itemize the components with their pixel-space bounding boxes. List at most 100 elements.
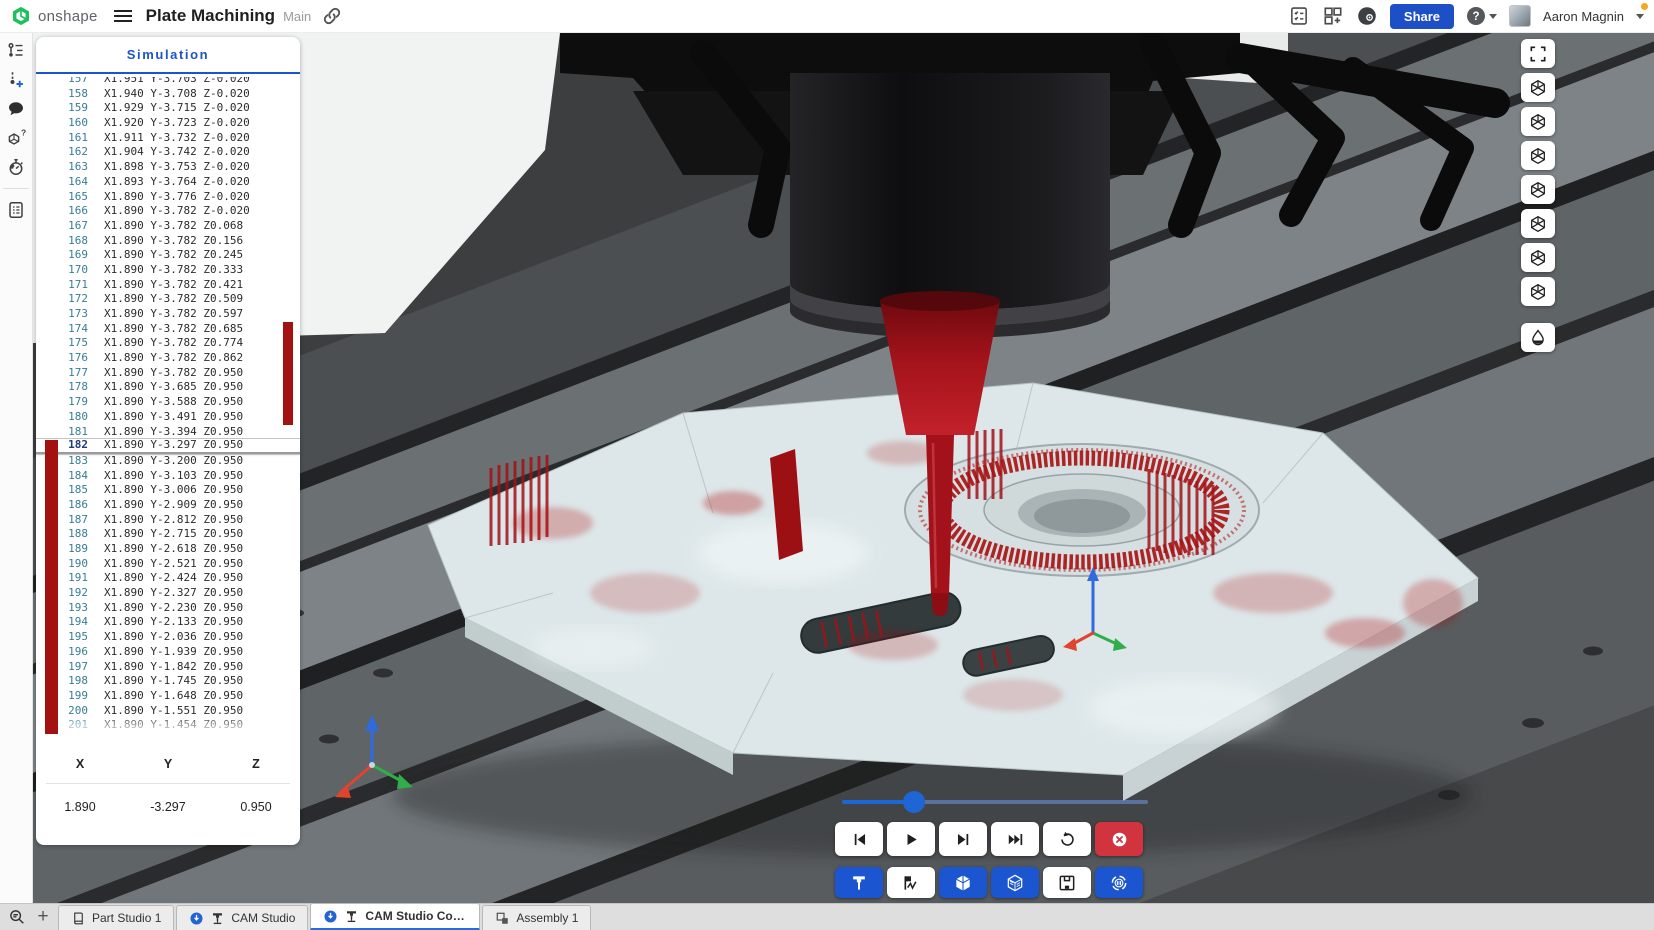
user-avatar[interactable] [1509,5,1531,27]
tab-part-studio-1[interactable]: Part Studio 1 [58,905,174,930]
restart-simulation-button[interactable] [1043,822,1091,856]
follow-mode-icon[interactable] [6,70,26,90]
gcode-line[interactable]: 177X1.890 Y-3.782 Z0.950 [36,366,300,381]
version-tree-icon[interactable] [6,41,26,61]
help-cube-icon[interactable]: ? [6,128,26,148]
view-cube-4-button[interactable] [1521,175,1555,204]
help-menu[interactable]: ? [1466,6,1497,26]
simulation-progress-slider[interactable] [842,794,1148,810]
gcode-line[interactable]: 193X1.890 Y-2.230 Z0.950 [36,601,300,616]
main-menu-icon[interactable] [114,10,132,22]
stop-simulation-button[interactable] [1095,822,1143,856]
tab-cam-studio-collisio[interactable]: CAM Studio Collisio... [310,903,480,930]
gcode-line[interactable]: 182X1.890 Y-3.297 Z0.950 [36,439,300,454]
gcode-line[interactable]: 179X1.890 Y-3.588 Z0.950 [36,395,300,410]
gcode-line[interactable]: 157X1.951 Y-3.703 Z-0.020 [36,77,300,87]
tab-assembly-1[interactable]: Assembly 1 [482,905,591,930]
gcode-line-text: X1.890 Y-2.812 Z0.950 [104,513,243,528]
gcode-line[interactable]: 175X1.890 Y-3.782 Z0.774 [36,336,300,351]
gcode-line[interactable]: 170X1.890 Y-3.782 Z0.333 [36,263,300,278]
gcode-line[interactable]: 202X1.890 Y-1.357 Z0.950 [36,733,300,741]
show-machine-button[interactable] [991,867,1039,898]
show-table-button[interactable] [1043,867,1091,898]
view-cube-7-button[interactable] [1521,277,1555,306]
gcode-line[interactable]: 199X1.890 Y-1.648 Z0.950 [36,689,300,704]
gcode-line[interactable]: 167X1.890 Y-3.782 Z0.068 [36,219,300,234]
gcode-line[interactable]: 187X1.890 Y-2.812 Z0.950 [36,513,300,528]
show-tool-button[interactable] [835,867,883,898]
gcode-line[interactable]: 161X1.911 Y-3.732 Z-0.020 [36,131,300,146]
gcode-line-number: 160 [36,116,88,131]
gcode-line[interactable]: 160X1.920 Y-3.723 Z-0.020 [36,116,300,131]
play-button[interactable] [887,822,935,856]
gcode-line[interactable]: 185X1.890 Y-3.006 Z0.950 [36,483,300,498]
skip-to-end-button[interactable] [991,822,1039,856]
zoom-to-fit-button[interactable] [1521,39,1555,68]
gcode-line[interactable]: 195X1.890 Y-2.036 Z0.950 [36,630,300,645]
notification-dot [1641,3,1648,10]
gcode-line[interactable]: 181X1.890 Y-3.394 Z0.950 [36,425,300,440]
shaded-display-mode-button[interactable] [1521,323,1555,352]
view-cube-5-button[interactable] [1521,209,1555,238]
tab-cam-studio[interactable]: CAM Studio [176,905,308,930]
gcode-line[interactable]: 165X1.890 Y-3.776 Z-0.020 [36,190,300,205]
view-cube-3-button[interactable] [1521,141,1555,170]
gcode-line[interactable]: 189X1.890 Y-2.618 Z0.950 [36,542,300,557]
gcode-line[interactable]: 166X1.890 Y-3.782 Z-0.020 [36,204,300,219]
gcode-line[interactable]: 171X1.890 Y-3.782 Z0.421 [36,278,300,293]
gcode-line[interactable]: 159X1.929 Y-3.715 Z-0.020 [36,101,300,116]
gcode-line[interactable]: 168X1.890 Y-3.782 Z0.156 [36,234,300,249]
gcode-line[interactable]: 180X1.890 Y-3.491 Z0.950 [36,410,300,425]
add-tab-button[interactable]: + [34,908,52,926]
learning-center-icon[interactable] [1356,5,1378,27]
gcode-line[interactable]: 186X1.890 Y-2.909 Z0.950 [36,498,300,513]
gcode-line[interactable]: 172X1.890 Y-3.782 Z0.509 [36,292,300,307]
gcode-line-number: 184 [36,469,88,484]
gcode-line[interactable]: 200X1.890 Y-1.551 Z0.950 [36,704,300,719]
user-menu-caret-icon[interactable] [1636,14,1644,19]
tab-search-icon[interactable] [8,908,26,926]
gcode-line[interactable]: 164X1.893 Y-3.764 Z-0.020 [36,175,300,190]
gcode-line[interactable]: 173X1.890 Y-3.782 Z0.597 [36,307,300,322]
release-notes-icon[interactable] [6,200,26,220]
gcode-line[interactable]: 194X1.890 Y-2.133 Z0.950 [36,615,300,630]
gcode-line[interactable]: 196X1.890 Y-1.939 Z0.950 [36,645,300,660]
performance-icon[interactable] [6,157,26,177]
step-forward-button[interactable] [939,822,987,856]
gcode-line-number: 164 [36,175,88,190]
gcode-line[interactable]: 188X1.890 Y-2.715 Z0.950 [36,527,300,542]
user-name[interactable]: Aaron Magnin [1543,9,1624,24]
gcode-line[interactable]: 191X1.890 Y-2.424 Z0.950 [36,571,300,586]
gcode-line[interactable]: 174X1.890 Y-3.782 Z0.685 [36,322,300,337]
gcode-line[interactable]: 190X1.890 Y-2.521 Z0.950 [36,557,300,572]
gcode-line[interactable]: 158X1.940 Y-3.708 Z-0.020 [36,87,300,102]
show-toolpath-button[interactable] [887,867,935,898]
view-cube-1-button[interactable] [1521,73,1555,102]
gcode-line[interactable]: 197X1.890 Y-1.842 Z0.950 [36,660,300,675]
gcode-line[interactable]: 184X1.890 Y-3.103 Z0.950 [36,469,300,484]
share-link-icon[interactable] [321,5,343,27]
axis-value-z: 0.950 [212,784,300,830]
gcode-line[interactable]: 162X1.904 Y-3.742 Z-0.020 [36,145,300,160]
show-origin-button[interactable] [1095,867,1143,898]
gcode-line[interactable]: 183X1.890 Y-3.200 Z0.950 [36,454,300,469]
view-cube-2-button[interactable] [1521,107,1555,136]
gcode-line[interactable]: 176X1.890 Y-3.782 Z0.862 [36,351,300,366]
comments-icon[interactable] [6,99,26,119]
gcode-line[interactable]: 163X1.898 Y-3.753 Z-0.020 [36,160,300,175]
show-stock-button[interactable] [939,867,987,898]
gcode-line[interactable]: 192X1.890 Y-2.327 Z0.950 [36,586,300,601]
workspace-label[interactable]: Main [283,9,311,24]
view-cube-6-button[interactable] [1521,243,1555,272]
gcode-line[interactable]: 201X1.890 Y-1.454 Z0.950 [36,718,300,733]
gcode-line[interactable]: 178X1.890 Y-3.685 Z0.950 [36,380,300,395]
apps-grid-icon[interactable] [1322,5,1344,27]
slider-handle[interactable] [903,791,925,813]
gcode-list-container[interactable]: 157X1.951 Y-3.703 Z-0.020158X1.940 Y-3.7… [36,77,300,741]
gcode-line[interactable]: 198X1.890 Y-1.745 Z0.950 [36,674,300,689]
feature-list-icon[interactable] [1288,5,1310,27]
skip-to-start-button[interactable] [835,822,883,856]
gcode-line[interactable]: 169X1.890 Y-3.782 Z0.245 [36,248,300,263]
onshape-logo-icon[interactable] [10,5,32,27]
share-button[interactable]: Share [1390,4,1454,29]
